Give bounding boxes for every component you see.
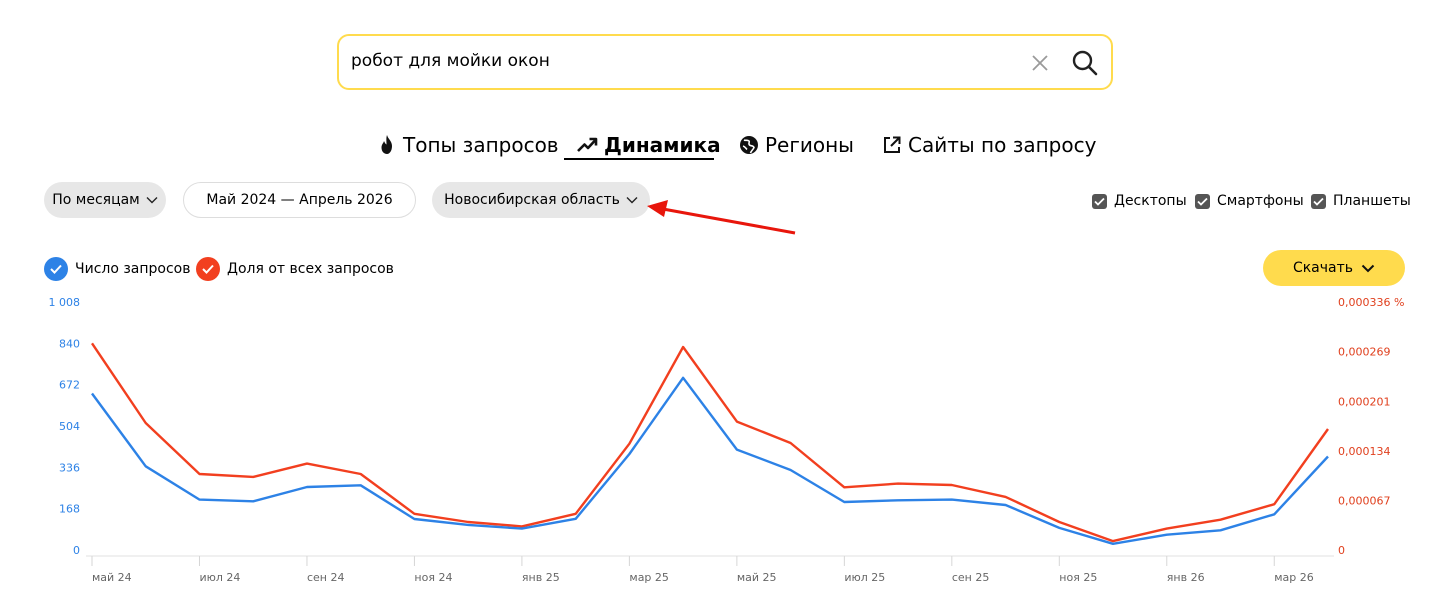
tab-label: Регионы: [765, 133, 854, 157]
x-tick-label: май 24: [92, 571, 132, 584]
external-link-icon: [884, 136, 901, 153]
tab-regions[interactable]: Регионы: [739, 130, 854, 160]
y-right-tick-label: 0,000134: [1338, 445, 1391, 458]
device-label: Десктопы: [1114, 193, 1187, 209]
tab-top-queries[interactable]: Топы запросов: [377, 130, 559, 160]
check-icon: [1094, 197, 1105, 206]
chevron-down-icon: [626, 197, 638, 204]
x-tick-label: янв 25: [522, 571, 560, 584]
x-tick-label: май 25: [737, 571, 777, 584]
x-tick-label: сен 24: [307, 571, 345, 584]
y-left-tick-label: 504: [59, 420, 80, 433]
globe-icon: [740, 136, 758, 154]
legend-check-icon: [44, 257, 68, 281]
tabs-bar: Топы запросов Динамика Регионы Сайты по …: [0, 130, 1438, 162]
x-tick-label: июл 24: [199, 571, 240, 584]
device-label: Смартфоны: [1217, 193, 1304, 209]
tab-label: Сайты по запросу: [908, 133, 1097, 157]
tab-sites[interactable]: Сайты по запросу: [882, 130, 1096, 160]
fire-icon: [381, 135, 392, 154]
legend-toggle-query-count[interactable]: Число запросов: [44, 257, 191, 281]
y-right-tick-label: 0,000067: [1338, 495, 1391, 508]
legend-check-icon: [196, 257, 220, 281]
y-left-tick-label: 672: [59, 379, 80, 392]
x-tick-label: мар 25: [629, 571, 669, 584]
y-left-tick-label: 336: [59, 461, 80, 474]
period-grouping-label: По месяцам: [52, 192, 140, 208]
legend-label: Доля от всех запросов: [227, 261, 394, 277]
checkbox-checked[interactable]: [1092, 193, 1107, 209]
y-left-tick-label: 0: [73, 544, 80, 557]
date-range-picker[interactable]: Май 2024 — Апрель 2026: [183, 182, 416, 218]
date-range-label: Май 2024 — Апрель 2026: [206, 192, 393, 208]
x-tick-label: июл 25: [844, 571, 885, 584]
y-right-tick-label: 0,000269: [1338, 345, 1391, 358]
check-icon: [1313, 197, 1324, 206]
dynamics-chart: май 24 июл 24 сен 24 ноя 24 янв 25 мар 25 май …: [49, 296, 1405, 584]
device-checkbox-smartphones[interactable]: Смартфоны: [1195, 191, 1304, 211]
tab-label: Динамика: [604, 133, 721, 157]
series-line-query-count: [91, 376, 1329, 546]
series-line-share: [91, 342, 1329, 543]
period-grouping-dropdown[interactable]: По месяцам: [44, 182, 166, 218]
chevron-down-icon: [146, 197, 158, 204]
download-label: Скачать: [1292, 260, 1354, 276]
tab-dynamics[interactable]: Динамика: [576, 130, 721, 160]
y-left-tick-label: 1 008: [49, 296, 81, 309]
y-right-tick-label: 0: [1338, 544, 1345, 557]
search-box[interactable]: робот для мойки окон: [337, 34, 1113, 90]
x-tick-label: янв 26: [1167, 571, 1205, 584]
x-tick-label: мар 26: [1274, 571, 1314, 584]
checkbox-checked[interactable]: [1195, 193, 1210, 209]
device-checkbox-desktop[interactable]: Десктопы: [1092, 191, 1187, 211]
y-right-tick-label: 0,000201: [1338, 396, 1391, 409]
checkbox-checked[interactable]: [1311, 193, 1326, 209]
x-tick-label: ноя 25: [1059, 571, 1097, 584]
region-label: Новосибирская область: [444, 192, 620, 208]
search-icon[interactable]: [1071, 49, 1099, 77]
trend-icon: [577, 137, 598, 152]
legend-label: Число запросов: [75, 261, 191, 277]
region-dropdown[interactable]: Новосибирская область: [432, 182, 650, 218]
y-left-tick-label: 168: [59, 503, 80, 516]
device-checkbox-tablets[interactable]: Планшеты: [1311, 191, 1411, 211]
y-right-tick-label: 0,000336 %: [1338, 296, 1404, 309]
x-tick-label: ноя 24: [414, 571, 452, 584]
y-left-tick-label: 840: [59, 337, 80, 350]
legend-toggle-share[interactable]: Доля от всех запросов: [196, 257, 394, 281]
search-input[interactable]: робот для мойки окон: [351, 51, 550, 71]
download-button[interactable]: Скачать: [1263, 250, 1405, 286]
clear-icon[interactable]: [1029, 52, 1051, 74]
chevron-down-icon: [1361, 264, 1375, 272]
active-tab-underline: [564, 158, 714, 160]
x-tick-label: сен 25: [952, 571, 990, 584]
tab-label: Топы запросов: [403, 133, 559, 157]
check-icon: [1197, 197, 1208, 206]
device-label: Планшеты: [1333, 193, 1411, 209]
